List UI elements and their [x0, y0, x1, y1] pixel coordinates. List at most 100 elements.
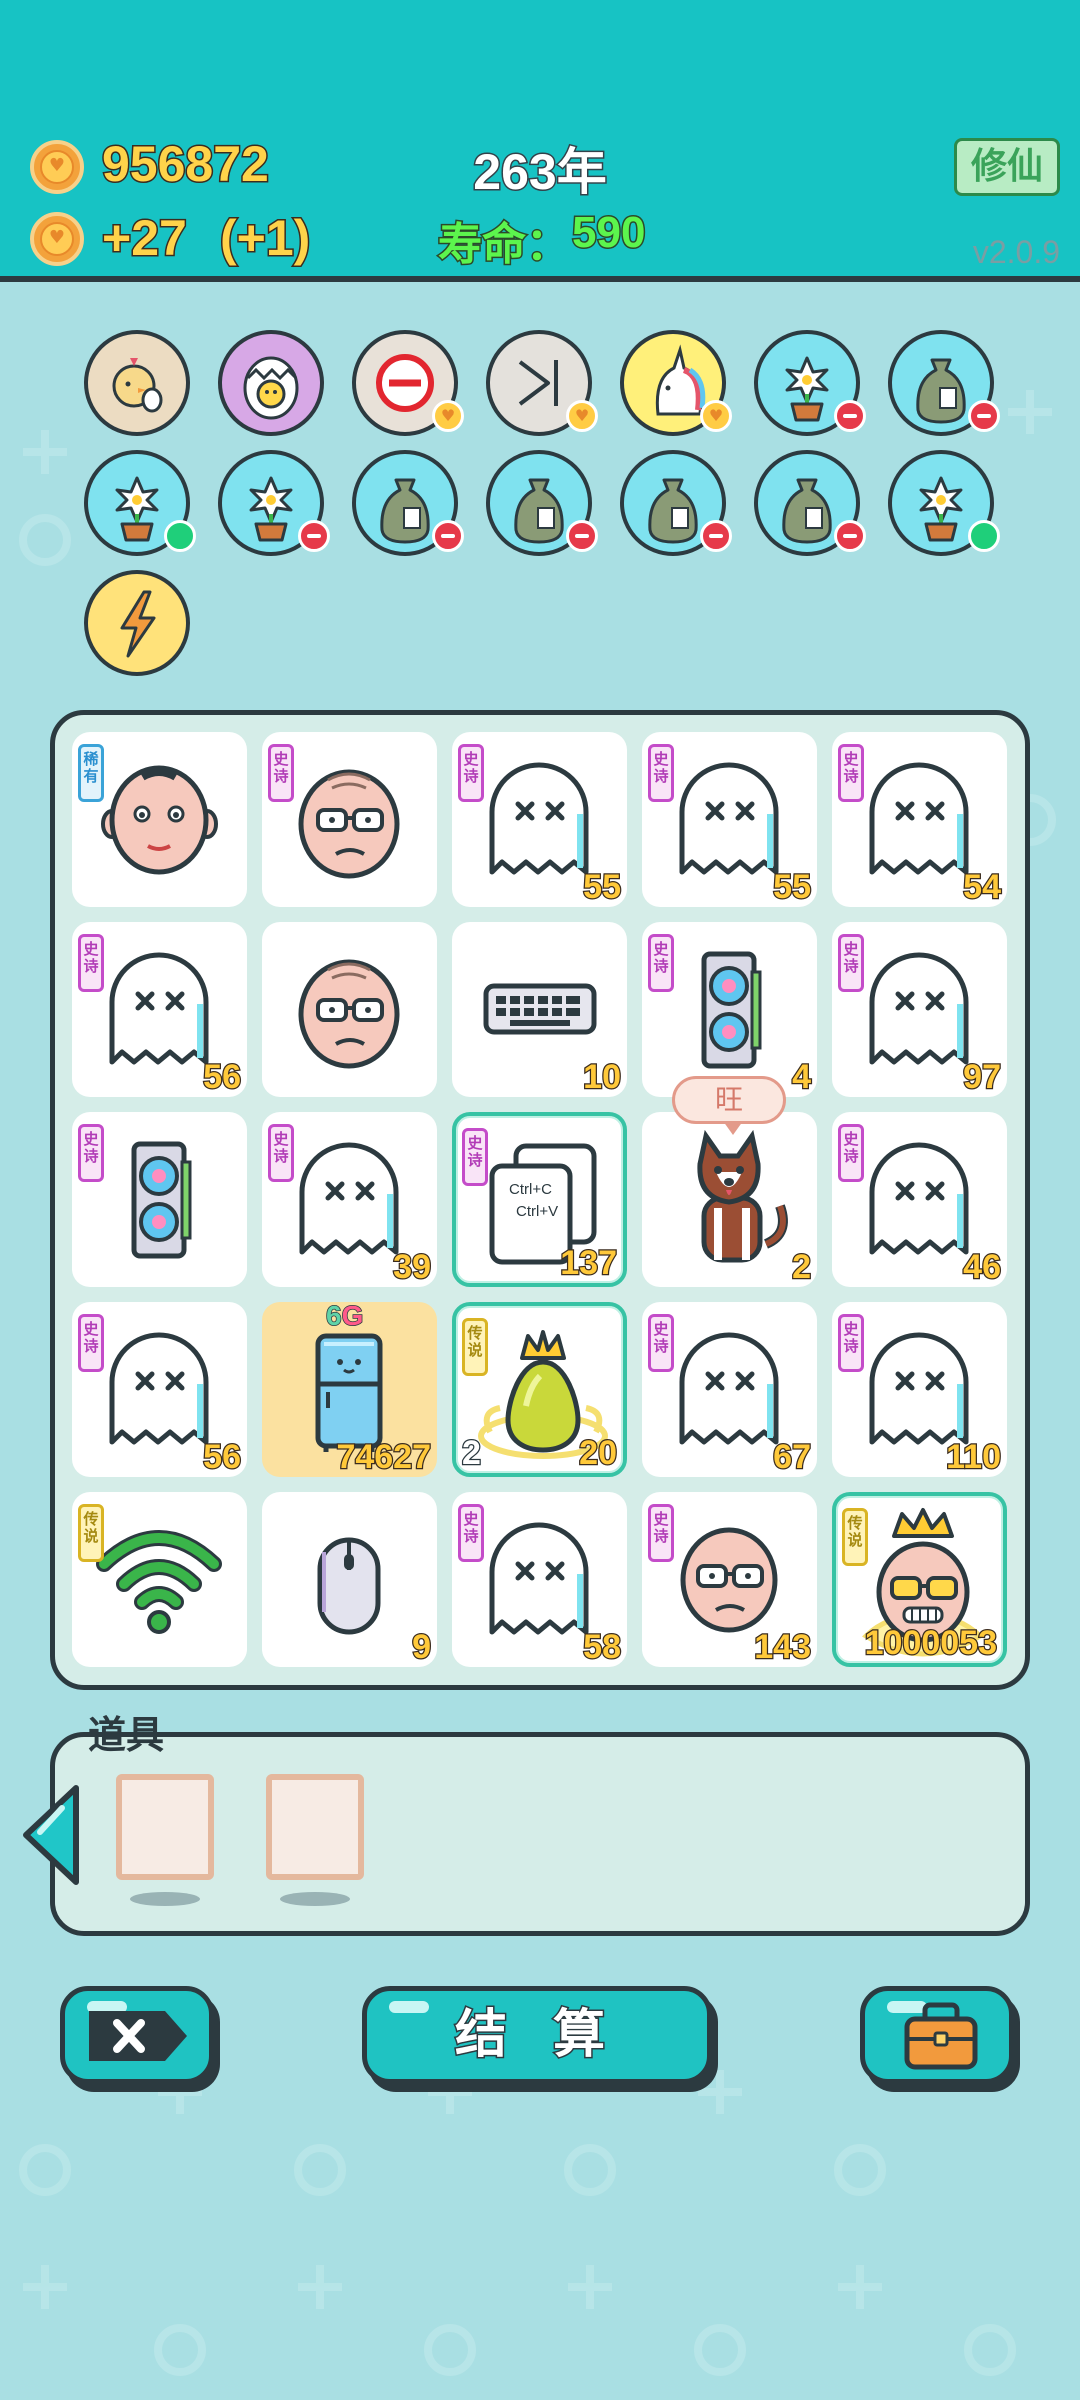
close-icon — [89, 2011, 187, 2061]
item-value: 110 — [945, 1437, 1002, 1478]
coin-count: 956872 — [101, 135, 271, 194]
rarity-tag: 史诗 — [462, 1128, 488, 1186]
grid-cell-old-man-glasses[interactable]: 史诗 — [262, 732, 437, 907]
grid-cell-ghost[interactable]: 史诗 110 — [832, 1302, 1007, 1477]
year-counter: 263年 — [472, 143, 608, 202]
grid-cell-crowned-pear[interactable]: 传说 20 2 — [452, 1302, 627, 1477]
items-title: 道具 — [88, 1713, 165, 1757]
cracked-egg-icon — [243, 356, 299, 420]
lightning-icon — [120, 590, 156, 658]
cracked-egg-buff[interactable] — [218, 330, 324, 436]
item-value: 10 — [582, 1057, 622, 1098]
rarity-tag: 史诗 — [78, 1314, 104, 1372]
item-slot-2[interactable] — [266, 1774, 364, 1880]
item-value: 54 — [962, 867, 1002, 908]
grid-cell-keyboard[interactable]: 10 — [452, 922, 627, 1097]
item-value: 39 — [392, 1247, 432, 1288]
minus-badge-icon — [566, 520, 598, 552]
item-value: 137 — [559, 1243, 618, 1284]
lightning-buff[interactable] — [84, 570, 190, 676]
mouse-icon — [317, 1537, 381, 1635]
item-value: 4 — [791, 1057, 812, 1098]
grid-cell-ghost[interactable]: 史诗 39 — [262, 1112, 437, 1287]
grid-cell-graphics-card[interactable]: 史诗 4 — [642, 922, 817, 1097]
item-value: 55 — [772, 867, 812, 908]
grid-cell-copy-paste[interactable]: Ctrl+C Ctrl+V 史诗 137 — [452, 1112, 627, 1287]
grid-cell-wifi[interactable]: 传说 — [72, 1492, 247, 1667]
grid-cell-fridge[interactable]: 6G 74627 — [262, 1299, 437, 1478]
income-coin-icon: ♥ — [30, 212, 84, 266]
grid-cell-ghost[interactable]: 史诗 55 — [452, 732, 627, 907]
svg-text:Ctrl+C: Ctrl+C — [509, 1181, 552, 1198]
rarity-tag: 史诗 — [648, 744, 674, 802]
item-value: 67 — [772, 1437, 812, 1478]
header-divider — [0, 276, 1080, 282]
bag-button[interactable] — [860, 1986, 1014, 2084]
grid-cell-king-old-man[interactable]: 传说 1000053 — [832, 1492, 1007, 1667]
item-value: 2 — [791, 1247, 812, 1288]
version-label: v2.0.9 — [972, 234, 1060, 270]
grid-cell-graphics-card[interactable]: 史诗 — [72, 1112, 247, 1287]
dog-speech-bubble: 旺 — [672, 1076, 786, 1135]
heart-badge-icon: ♥ — [432, 400, 464, 432]
income-amount: +27 — [101, 209, 189, 268]
grid-cell-ghost[interactable]: 史诗 46 — [832, 1112, 1007, 1287]
heart-badge-icon: ♥ — [700, 400, 732, 432]
rarity-tag: 史诗 — [838, 744, 864, 802]
rarity-tag: 史诗 — [838, 1124, 864, 1182]
rarity-tag: 传说 — [78, 1504, 104, 1562]
slot-shadow — [280, 1892, 350, 1906]
grid-cell-ghost[interactable]: 史诗 56 — [72, 922, 247, 1097]
settle-label: 结 算 — [453, 2004, 620, 2067]
item-value: 55 — [582, 867, 622, 908]
svg-text:Ctrl+V: Ctrl+V — [516, 1203, 558, 1220]
remove-button[interactable] — [60, 1986, 214, 2084]
minus-badge-icon — [834, 400, 866, 432]
item-value: 1000053 — [863, 1623, 998, 1664]
grid-cell-ghost[interactable]: 史诗 67 — [642, 1302, 817, 1477]
grid-cell-ghost[interactable]: 史诗 55 — [642, 732, 817, 907]
item-value: 9 — [411, 1627, 432, 1668]
top-bar: ♥ 956872 ♥ +27 (+1) 263年 寿命： 590 修仙 v2.0… — [0, 0, 1080, 282]
grid-cell-husky-dog[interactable]: 2 — [642, 1112, 817, 1287]
plus-badge-icon — [164, 520, 196, 552]
item-value: 46 — [962, 1247, 1002, 1288]
grid-cell-bald-glasses-man[interactable]: 史诗 143 — [642, 1492, 817, 1667]
capacity-label: 6G — [325, 1299, 364, 1332]
rarity-tag: 史诗 — [458, 744, 484, 802]
old-man-glasses-icon — [298, 959, 400, 1069]
rarity-tag: 史诗 — [648, 1314, 674, 1372]
rarity-tag: 传说 — [462, 1318, 488, 1376]
grid-cell-bald-man[interactable]: 稀有 — [72, 732, 247, 907]
rarity-tag: 稀有 — [78, 744, 104, 802]
item-value: 74627 — [335, 1437, 432, 1478]
cultivate-button[interactable]: 修仙 — [954, 138, 1060, 196]
rarity-tag: 史诗 — [648, 1504, 674, 1562]
grid-cell-old-man-glasses[interactable] — [262, 922, 437, 1097]
grid-cell-mouse[interactable]: 9 — [262, 1492, 437, 1667]
left-arrow-icon[interactable] — [18, 1780, 84, 1890]
grid-cell-ghost[interactable]: 史诗 56 — [72, 1302, 247, 1477]
rarity-tag: 史诗 — [838, 934, 864, 992]
settle-button[interactable]: 结 算 — [362, 1986, 712, 2084]
minus-badge-icon — [432, 520, 464, 552]
husky-dog-icon — [697, 1129, 788, 1263]
minus-badge-icon — [700, 520, 732, 552]
lifespan-value: 590 — [570, 207, 646, 259]
plus-badge-icon — [968, 520, 1000, 552]
grid-cell-ghost[interactable]: 史诗 97 — [832, 922, 1007, 1097]
grid-cell-ghost[interactable]: 史诗 54 — [832, 732, 1007, 907]
minus-badge-icon — [834, 520, 866, 552]
chick-egg-buff[interactable] — [84, 330, 190, 436]
rarity-tag: 史诗 — [458, 1504, 484, 1562]
rarity-tag: 史诗 — [268, 1124, 294, 1182]
income-bonus: (+1) — [218, 209, 311, 268]
rarity-tag: 史诗 — [648, 934, 674, 992]
minus-badge-icon — [968, 400, 1000, 432]
grid-cell-ghost[interactable]: 史诗 58 — [452, 1492, 627, 1667]
item-value: 56 — [202, 1057, 242, 1098]
heart-badge-icon: ♥ — [566, 400, 598, 432]
briefcase-icon — [904, 2002, 978, 2070]
item-count: 2 — [461, 1433, 482, 1474]
item-slot-1[interactable] — [116, 1774, 214, 1880]
